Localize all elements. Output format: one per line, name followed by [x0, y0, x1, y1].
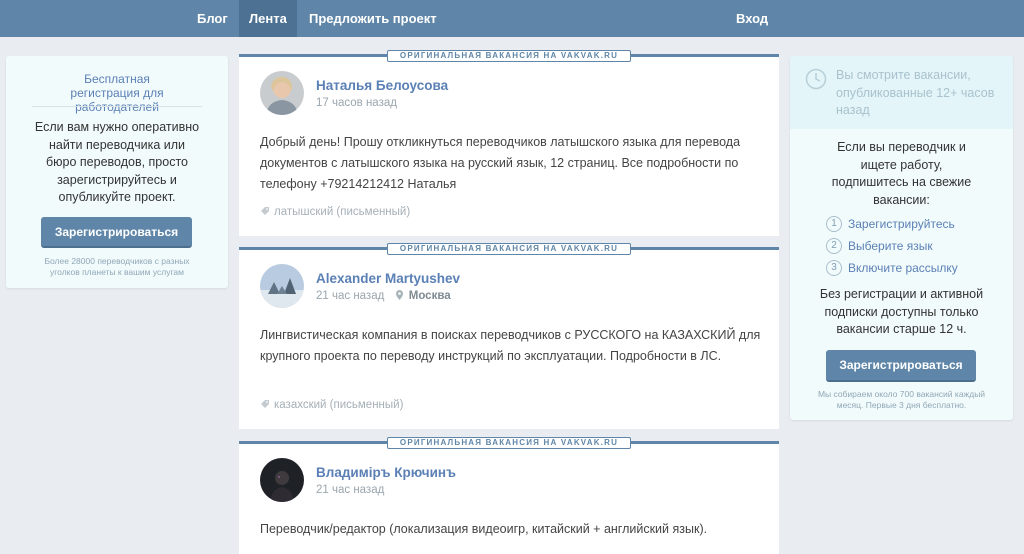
location-pin-icon: [395, 290, 403, 300]
post-meta: 17 часов назад: [316, 97, 397, 109]
step-number: 3: [826, 260, 842, 276]
post-location: Москва: [408, 290, 451, 302]
nav-propose-link[interactable]: Предложить проект: [309, 0, 437, 37]
post-time: 21 час назад: [316, 484, 385, 496]
job-post: ОРИГИНАЛЬНАЯ ВАКАНСИЯ НА VAKVAK.RU Влади…: [239, 437, 779, 554]
employer-register-button[interactable]: Зарегистрироваться: [41, 217, 192, 248]
employer-register-text: Если вам нужно оперативно найти переводч…: [34, 120, 200, 205]
old-vacancies-notice: Вы смотрите вакансии, опубликованные 12+…: [836, 68, 995, 117]
step-number: 1: [826, 216, 842, 232]
post-tag[interactable]: латышский (письменный): [260, 206, 410, 218]
nav-blog-link[interactable]: Блог: [197, 0, 228, 37]
job-post: ОРИГИНАЛЬНАЯ ВАКАНСИЯ НА VAKVAK.RU Alexa…: [239, 243, 779, 429]
step-label: Выберите язык: [848, 239, 933, 253]
step-label: Включите рассылку: [848, 261, 958, 275]
divider: [32, 106, 202, 107]
step-label: Зарегистрируйтесь: [848, 217, 955, 231]
nav-feed-link[interactable]: Лента: [239, 0, 297, 37]
subscribe-condition-text: Без регистрации и активной подписки дост…: [819, 287, 984, 336]
employer-register-note: Более 28000 переводчиков с разных уголко…: [44, 256, 190, 277]
job-post: ОРИГИНАЛЬНАЯ ВАКАНСИЯ НА VAKVAK.RU Натал…: [239, 50, 779, 236]
employer-register-title[interactable]: Бесплатная регистрация для работодателей: [6, 72, 228, 114]
post-text: Добрый день! Прошу откликнуться переводч…: [260, 135, 741, 191]
translator-subscribe-card: Вы смотрите вакансии, опубликованные 12+…: [790, 56, 1013, 420]
post-text: Переводчик/редактор (локализация видеоиг…: [260, 522, 708, 536]
post-author[interactable]: Наталья Белоусова: [316, 78, 448, 93]
employer-register-card: Бесплатная регистрация для работодателей…: [6, 56, 228, 288]
post-tag-label: латышский (письменный): [274, 206, 411, 218]
post-meta: 21 час назад Москва: [316, 290, 451, 302]
top-navbar: Блог Лента Предложить проект Вход: [0, 0, 1024, 37]
avatar[interactable]: [260, 458, 304, 502]
original-vacancy-badge: ОРИГИНАЛЬНАЯ ВАКАНСИЯ НА VAKVAK.RU: [387, 437, 631, 449]
post-time: 21 час назад: [316, 290, 385, 302]
original-vacancy-badge: ОРИГИНАЛЬНАЯ ВАКАНСИЯ НА VAKVAK.RU: [387, 243, 631, 255]
post-author[interactable]: Alexander Martyushev: [316, 271, 460, 286]
subscribe-intro-text: Если вы переводчик и ищете работу, подпи…: [831, 140, 972, 207]
tag-icon: [261, 400, 269, 408]
nav-login-link[interactable]: Вход: [736, 0, 768, 37]
post-author[interactable]: Владиміръ Крючинъ: [316, 465, 456, 480]
avatar[interactable]: [260, 71, 304, 115]
step-number: 2: [826, 238, 842, 254]
tag-icon: [261, 207, 269, 215]
avatar[interactable]: [260, 264, 304, 308]
post-meta: 21 час назад: [316, 484, 384, 496]
post-text: Лингвистическая компания в поисках перев…: [260, 328, 761, 363]
post-time: 17 часов назад: [316, 97, 397, 109]
subscribe-note: Мы собираем около 700 вакансий каждый ме…: [817, 389, 986, 410]
notice-panel: Вы смотрите вакансии, опубликованные 12+…: [790, 56, 1013, 129]
clock-icon: [805, 68, 827, 90]
translator-register-button[interactable]: Зарегистрироваться: [826, 350, 976, 382]
original-vacancy-badge: ОРИГИНАЛЬНАЯ ВАКАНСИЯ НА VAKVAK.RU: [387, 50, 631, 62]
post-tag[interactable]: казахский (письменный): [260, 399, 403, 411]
post-tag-label: казахский (письменный): [274, 399, 404, 411]
